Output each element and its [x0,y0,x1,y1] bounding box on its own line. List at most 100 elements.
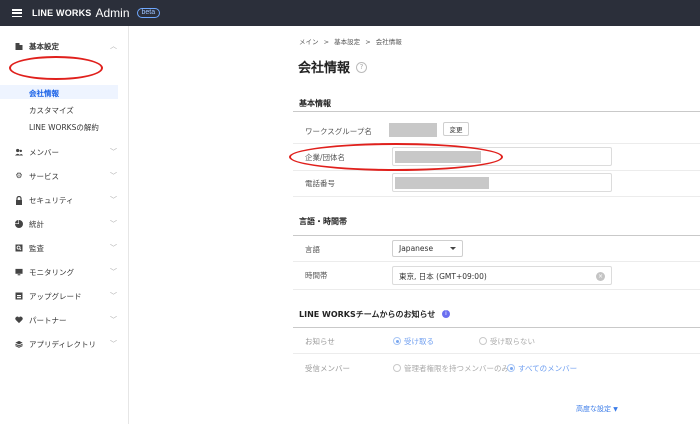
language-select-value: Japanese [399,244,434,253]
phone-number-field[interactable] [392,173,612,192]
sidebar-subitem-customize[interactable]: カスタマイズ [29,105,74,116]
lock-icon [15,195,23,205]
section-title-notice: LINE WORKSチームからのお知らせ [299,310,436,319]
divider [293,170,700,171]
sidebar-item-label: セキュリティ [29,195,74,205]
sidebar-item-label: アップグレード [29,291,82,301]
change-button-label: 変更 [449,126,463,134]
sidebar-item-members[interactable]: メンバー ﹀ [0,140,129,164]
change-button[interactable]: 変更 [443,122,469,136]
language-label: 言語 [305,245,320,254]
chevron-down-icon: ﹀ [110,172,117,180]
sidebar-item-label: 基本設定 [29,41,59,51]
advanced-settings-link[interactable]: 高度な設定 ▼ [576,404,618,414]
active-item-highlight [0,85,118,99]
chevron-down-icon: ﹀ [110,340,117,348]
timezone-label: 時間帯 [305,271,328,280]
breadcrumb-item[interactable]: 基本設定 [334,38,360,46]
sidebar-item-label: パートナー [29,315,67,325]
sidebar-item-upgrade[interactable]: アップグレード ﹀ [0,284,129,308]
sidebar-item-label: 監査 [29,243,44,253]
info-icon[interactable]: i [442,310,450,318]
monitor-icon [15,268,23,276]
all-members-radio[interactable] [507,364,515,372]
receive-radio[interactable] [393,337,401,345]
sidebar-item-label: サービス [29,171,59,181]
divider [293,235,700,236]
divider [293,111,700,112]
divider [293,353,700,354]
annotation-ellipse-company [289,143,503,171]
handshake-icon [15,316,23,324]
sidebar-item-services[interactable]: ⚙ サービス ﹀ [0,164,129,188]
sidebar-item-label: モニタリング [29,267,74,277]
section-title-language-time: 言語・時間帯 [299,217,347,226]
sidebar-item-audit[interactable]: 監査 ﹀ [0,236,129,260]
sidebar-subitem-company-info[interactable]: 会社情報 [29,88,59,99]
clear-icon[interactable]: × [596,272,605,281]
phone-number-label: 電話番号 [305,179,335,188]
divider [293,327,700,328]
chevron-down-icon: ﹀ [110,196,117,204]
phone-number-value-redacted [395,177,489,189]
timezone-value: 東京, 日本 (GMT+09:00) [399,272,487,281]
caret-down-icon [450,247,456,250]
sidebar-item-statistics[interactable]: 統計 ﹀ [0,212,129,236]
workgroup-name-label: ワークスグループ名 [305,127,372,136]
sidebar-item-label: 統計 [29,219,44,229]
sidebar-item-monitoring[interactable]: モニタリング ﹀ [0,260,129,284]
divider [293,289,700,290]
gear-icon: ⚙ [15,171,23,180]
sidebar-item-label: アプリディレクトリ [29,339,96,349]
timezone-field[interactable]: 東京, 日本 (GMT+09:00) × [392,266,612,285]
divider [293,196,700,197]
section-title-basic-info: 基本情報 [299,99,331,108]
audit-icon [15,244,23,252]
all-members-radio-label[interactable]: すべてのメンバー [518,363,577,374]
chevron-down-icon: ﹀ [110,268,117,276]
advanced-settings-label: 高度な設定 [576,405,611,413]
members-icon [15,148,23,156]
chevron-down-icon: ﹀ [110,220,117,228]
breadcrumb-item[interactable]: メイン [299,38,319,46]
building-icon [15,42,23,50]
upgrade-icon [15,292,23,300]
layers-icon [15,340,23,348]
help-icon[interactable]: ? [356,62,367,73]
caret-down-icon: ▼ [613,406,618,413]
sidebar: 基本設定 ︿ 会社情報 カスタマイズ LINE WORKSの解約 メンバー ﹀ … [0,26,129,424]
workgroup-name-value-redacted [389,123,437,137]
not-receive-radio[interactable] [479,337,487,345]
chevron-down-icon: ﹀ [110,316,117,324]
admin-only-radio[interactable] [393,364,401,372]
sidebar-item-security[interactable]: セキュリティ ﹀ [0,188,129,212]
product-name: Admin [95,6,130,20]
chevron-down-icon: ﹀ [110,292,117,300]
breadcrumb-separator: > [323,38,330,46]
language-select[interactable]: Japanese [392,240,463,257]
chevron-down-icon: ﹀ [110,244,117,252]
pie-chart-icon [15,220,23,228]
page-title: 会社情報 [298,61,351,76]
menu-icon[interactable] [12,9,22,17]
annotation-ellipse-sidebar [9,56,103,80]
recipient-members-label: 受信メンバー [305,364,350,373]
receive-radio-label[interactable]: 受け取る [404,336,434,347]
sidebar-item-app-directory[interactable]: アプリディレクトリ ﹀ [0,332,129,356]
top-bar: LINE WORKS Admin beta [0,0,700,26]
sidebar-item-partner[interactable]: パートナー ﹀ [0,308,129,332]
chevron-up-icon: ︿ [110,42,117,50]
breadcrumb-separator: > [365,38,371,46]
notice-label: お知らせ [305,337,335,346]
breadcrumb: メイン > 基本設定 > 会社情報 [299,36,402,46]
chevron-down-icon: ﹀ [110,148,117,156]
sidebar-item-label: メンバー [29,147,59,157]
brand-logo[interactable]: LINE WORKS [32,8,92,18]
beta-badge: beta [136,8,161,18]
divider [293,261,700,262]
sidebar-item-basic-settings[interactable]: 基本設定 ︿ [0,34,129,58]
breadcrumb-item: 会社情報 [375,38,402,46]
admin-only-radio-label[interactable]: 管理者権限を持つメンバーのみ [404,363,509,374]
not-receive-radio-label[interactable]: 受け取らない [490,336,535,347]
sidebar-subitem-cancel[interactable]: LINE WORKSの解約 [29,122,99,133]
